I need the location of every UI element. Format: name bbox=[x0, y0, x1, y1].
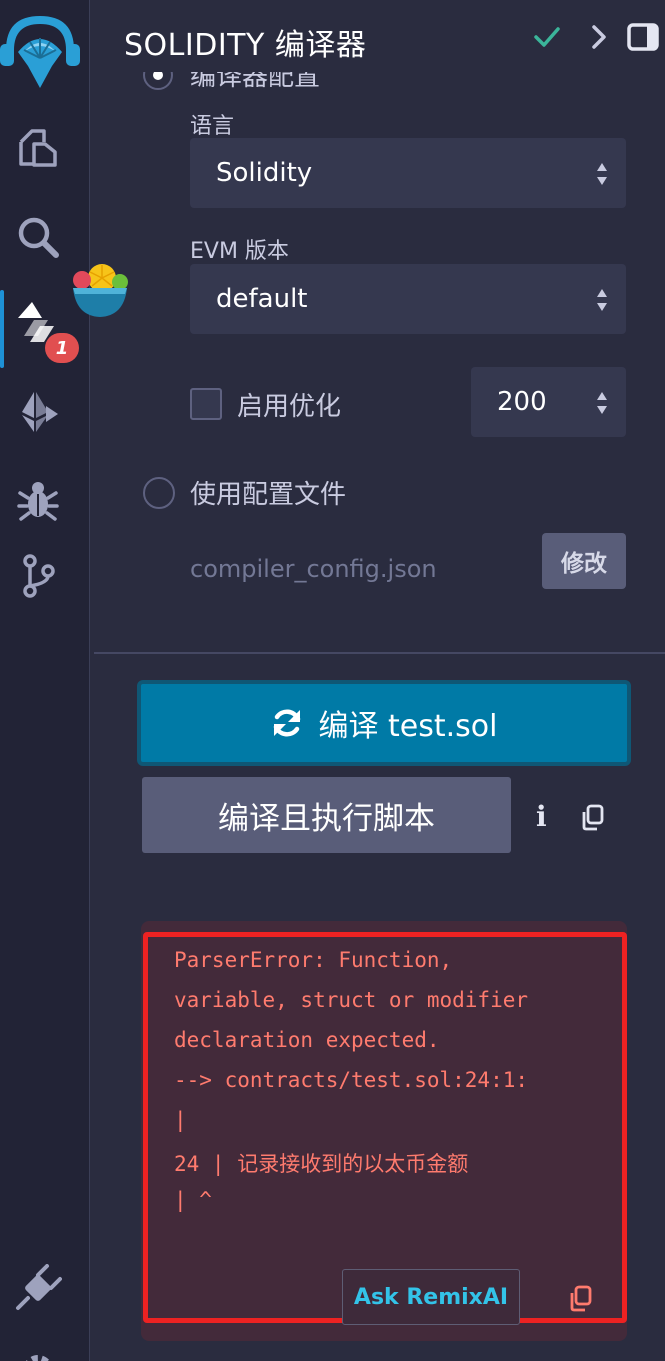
select-arrows-icon bbox=[597, 163, 607, 185]
checkmark-icon bbox=[530, 20, 564, 54]
error-location-link[interactable]: --> contracts/test.sol:24:1: bbox=[174, 1068, 528, 1092]
error-message-line: variable, struct or modifier bbox=[174, 988, 529, 1012]
deploy-run-icon[interactable] bbox=[14, 388, 62, 436]
chevron-right-icon[interactable] bbox=[582, 20, 616, 54]
toggle-panel-icon[interactable] bbox=[626, 20, 660, 54]
section-divider bbox=[94, 652, 665, 654]
stepper-arrows-icon[interactable] bbox=[596, 391, 608, 415]
compile-button-label: 编译 test.sol bbox=[318, 709, 498, 744]
enable-optimization-checkbox[interactable] bbox=[190, 388, 222, 420]
debugger-icon[interactable] bbox=[14, 476, 62, 524]
config-file-path: compiler_config.json bbox=[190, 555, 437, 583]
evm-version-label: EVM 版本 bbox=[190, 239, 289, 264]
optimization-runs-input[interactable]: 200 bbox=[471, 367, 626, 437]
use-config-file-label: 使用配置文件 bbox=[190, 480, 347, 510]
error-caret-line: | ^ bbox=[174, 1188, 212, 1212]
panel-title: SOLIDITY 编译器 bbox=[124, 28, 367, 63]
info-icon[interactable]: i bbox=[536, 800, 547, 833]
copy-icon[interactable] bbox=[578, 802, 608, 832]
enable-optimization-label: 启用优化 bbox=[237, 392, 342, 422]
refresh-icon bbox=[274, 709, 301, 737]
icon-rail: 1 bbox=[0, 0, 90, 1361]
settings-icon[interactable] bbox=[14, 1346, 62, 1361]
copy-error-icon[interactable] bbox=[566, 1283, 596, 1313]
edit-config-button[interactable]: 修改 bbox=[542, 533, 626, 589]
active-plugin-indicator bbox=[0, 290, 4, 368]
compiler-error-badge: 1 bbox=[45, 333, 79, 363]
use-config-file-radio[interactable] bbox=[143, 477, 175, 509]
select-arrows-icon bbox=[597, 289, 607, 311]
optimization-runs-value: 200 bbox=[497, 387, 547, 417]
language-select[interactable]: Solidity bbox=[190, 138, 626, 208]
language-label: 语言 bbox=[190, 114, 235, 139]
search-icon[interactable] bbox=[14, 212, 62, 260]
error-message-line: ParserError: Function, bbox=[174, 948, 453, 972]
evm-version-value: default bbox=[216, 284, 308, 314]
error-message-line: declaration expected. bbox=[174, 1028, 440, 1052]
error-source-line: 24 | 记录接收到的以太币金额 bbox=[174, 1152, 469, 1176]
compile-and-run-script-button[interactable]: 编译且执行脚本 bbox=[142, 777, 511, 853]
file-explorer-icon[interactable] bbox=[14, 124, 62, 172]
compile-button[interactable]: 编译 test.sol bbox=[137, 680, 631, 766]
ask-remixai-button[interactable]: Ask RemixAI bbox=[342, 1269, 520, 1325]
remix-mascot-icon[interactable] bbox=[70, 260, 130, 320]
remix-logo-icon[interactable] bbox=[0, 6, 84, 90]
language-select-value: Solidity bbox=[216, 158, 313, 188]
evm-version-select[interactable]: default bbox=[190, 264, 626, 334]
panel-header: SOLIDITY 编译器 bbox=[92, 0, 665, 72]
error-message-line: | bbox=[174, 1108, 187, 1132]
git-icon[interactable] bbox=[14, 551, 62, 599]
plugin-manager-icon[interactable] bbox=[14, 1264, 62, 1312]
